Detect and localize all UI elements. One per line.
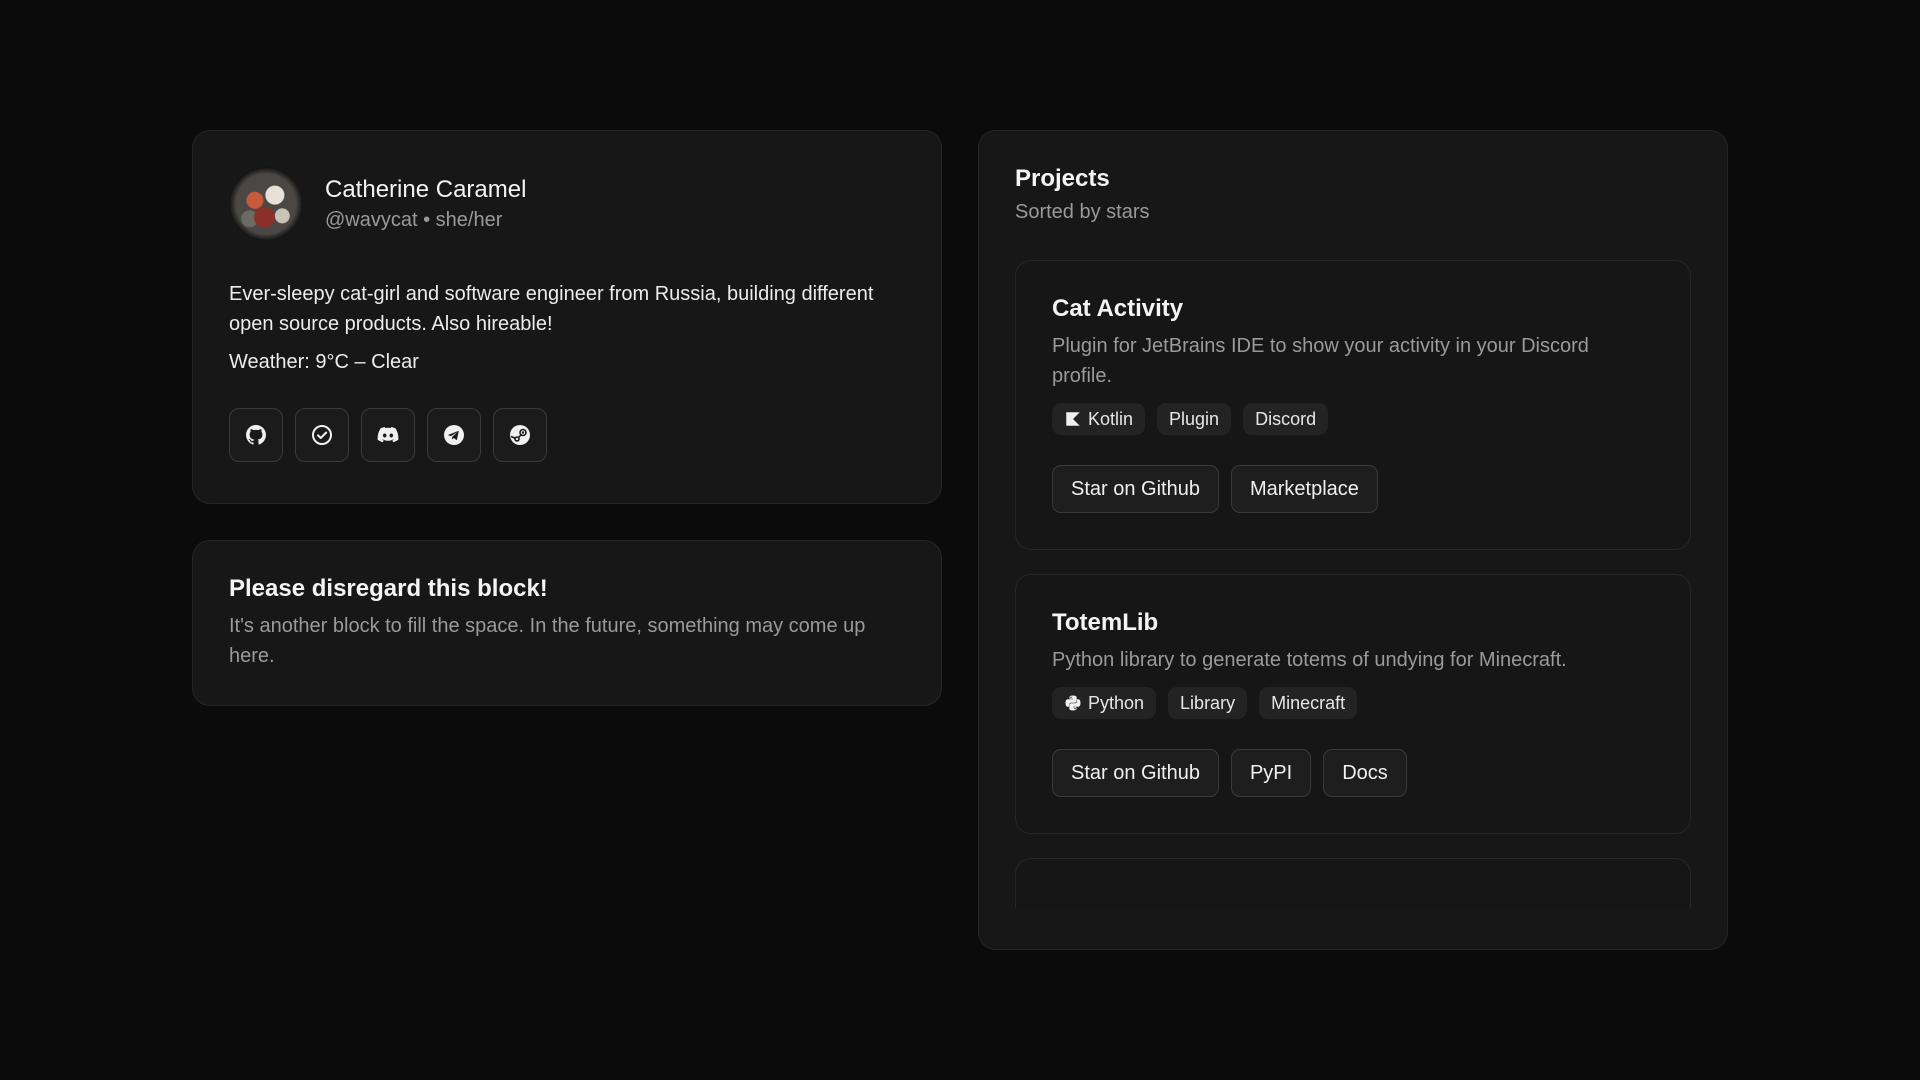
tag-label: Python [1088, 692, 1145, 713]
marketplace-button[interactable]: Marketplace [1230, 465, 1378, 513]
disregard-title: Please disregard this block! [229, 575, 548, 602]
profile-header: Catherine Caramel @wavycat • she/her [229, 167, 905, 241]
tag: Discord [1243, 403, 1329, 435]
project-description: Plugin for JetBrains IDE to show your ac… [1052, 335, 1589, 387]
check-link[interactable] [295, 408, 349, 462]
tag: Minecraft [1259, 687, 1358, 719]
weather-text: Weather: 9°C – Clear [229, 351, 419, 373]
project-description: Python library to generate totems of und… [1052, 649, 1567, 671]
telegram-link[interactable] [427, 408, 481, 462]
pypi-button[interactable]: PyPI [1230, 749, 1312, 797]
project-card-partial [1015, 858, 1691, 908]
social-links [229, 408, 905, 462]
kotlin-icon [1066, 412, 1080, 426]
steam-icon [510, 425, 530, 445]
project-tags: Kotlin Plugin Discord [1052, 403, 1654, 435]
disregard-card: Please disregard this block! It's anothe… [192, 540, 942, 706]
tag-label: Minecraft [1271, 692, 1346, 713]
projects-card: Projects Sorted by stars Cat Activity Pl… [978, 130, 1728, 950]
profile-handle: @wavycat • she/her [325, 209, 503, 231]
python-icon [1065, 695, 1081, 711]
projects-title: Projects [1015, 165, 1110, 192]
docs-button[interactable]: Docs [1323, 749, 1407, 797]
discord-icon [377, 427, 399, 443]
profile-card: Catherine Caramel @wavycat • she/her Eve… [192, 130, 942, 504]
avatar [229, 167, 303, 241]
tag: Plugin [1157, 403, 1232, 435]
project-tags: Python Library Minecraft [1052, 687, 1654, 719]
project-title: Cat Activity [1052, 295, 1184, 322]
project-card: TotemLib Python library to generate tote… [1015, 574, 1691, 834]
discord-link[interactable] [361, 408, 415, 462]
tag-label: Library [1180, 692, 1236, 713]
profile-name: Catherine Caramel [325, 176, 527, 203]
steam-link[interactable] [493, 408, 547, 462]
disregard-text: It's another block to fill the space. In… [229, 615, 866, 667]
profile-bio: Ever-sleepy cat-girl and software engine… [229, 283, 874, 335]
project-actions: Star on Github PyPI Docs [1052, 749, 1654, 797]
tag: Python [1052, 687, 1157, 719]
project-card: Cat Activity Plugin for JetBrains IDE to… [1015, 260, 1691, 550]
tag-label: Plugin [1169, 408, 1220, 429]
project-title: TotemLib [1052, 609, 1159, 636]
tag: Kotlin [1052, 403, 1146, 435]
star-on-github-button[interactable]: Star on Github [1052, 465, 1219, 513]
profile-identity: Catherine Caramel @wavycat • she/her [325, 176, 526, 232]
projects-subtitle: Sorted by stars [1015, 201, 1150, 223]
star-on-github-button[interactable]: Star on Github [1052, 749, 1219, 797]
tag: Library [1168, 687, 1248, 719]
page: Catherine Caramel @wavycat • she/her Eve… [0, 0, 1920, 1080]
project-actions: Star on Github Marketplace [1052, 465, 1654, 513]
github-icon [245, 425, 267, 445]
check-circle-icon [312, 425, 332, 445]
projects-list[interactable]: Cat Activity Plugin for JetBrains IDE to… [1015, 260, 1691, 908]
github-link[interactable] [229, 408, 283, 462]
tag-label: Kotlin [1088, 408, 1134, 429]
telegram-icon [444, 425, 464, 445]
tag-label: Discord [1255, 408, 1317, 429]
